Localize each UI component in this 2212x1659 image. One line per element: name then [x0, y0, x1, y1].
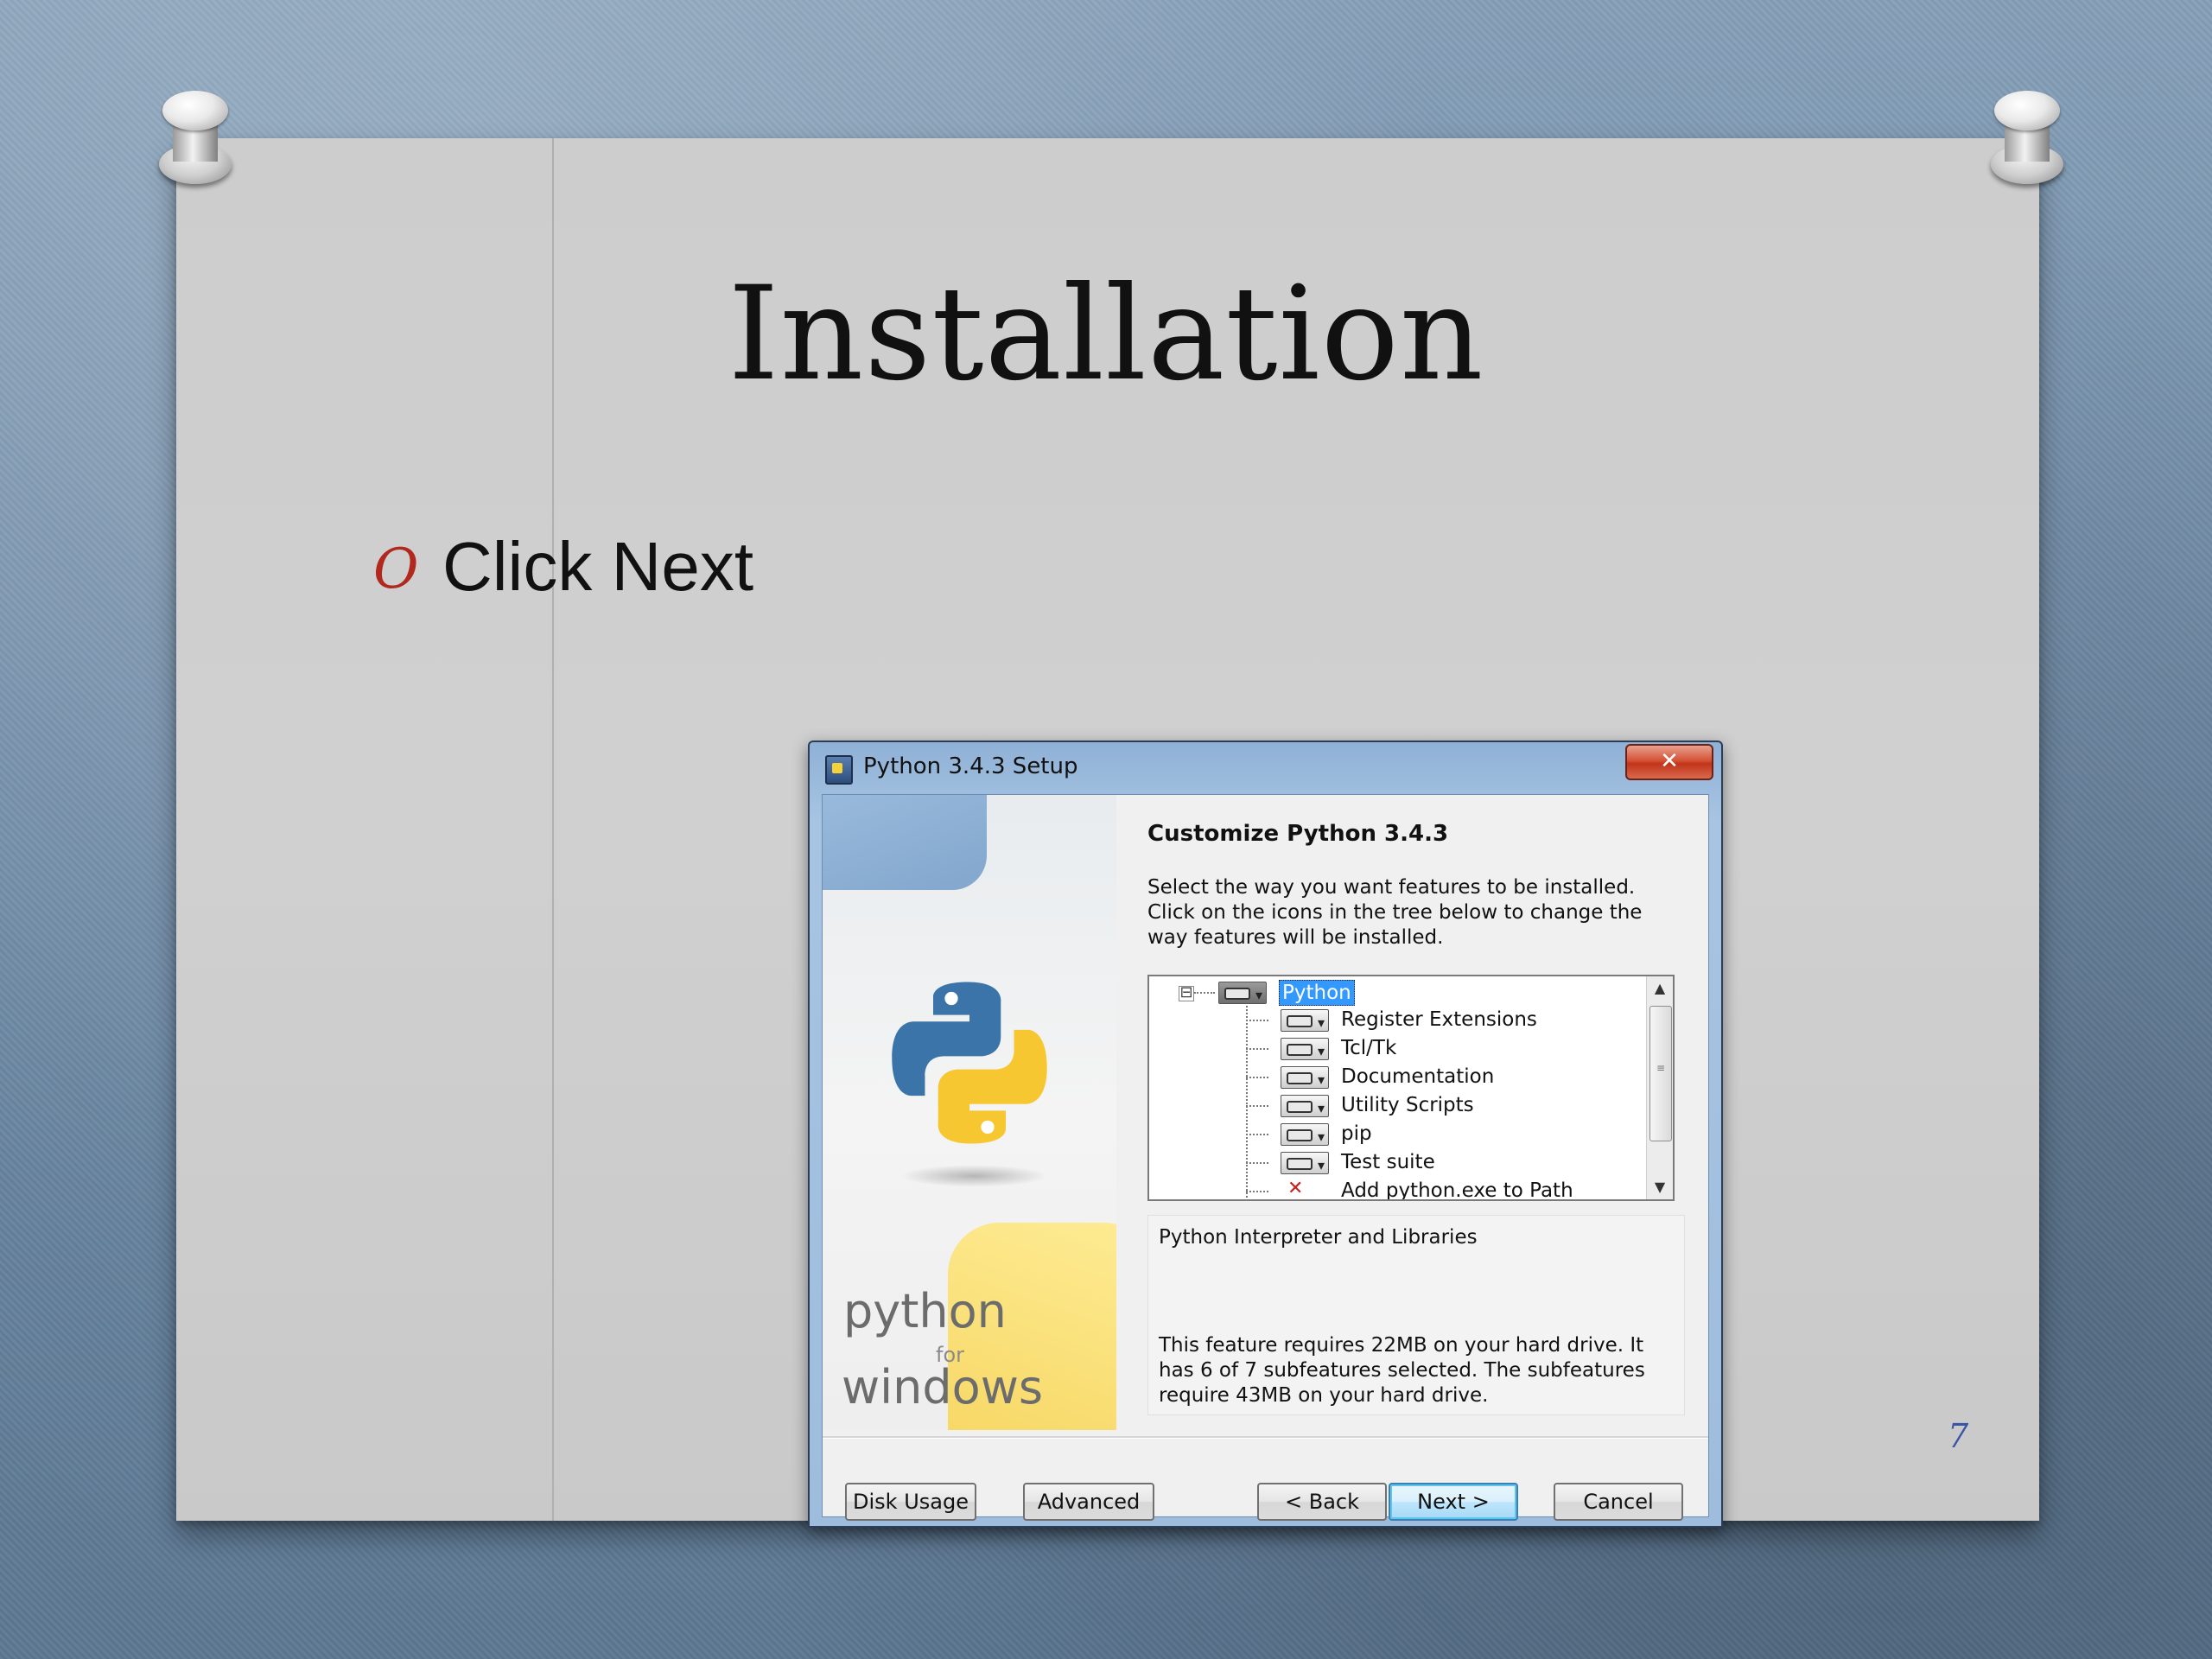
- tree-label: Register Extensions: [1341, 1008, 1537, 1031]
- python-banner: python for windows: [823, 795, 1116, 1430]
- dialog-titlebar[interactable]: Python 3.4.3 Setup ✕: [810, 742, 1721, 794]
- logo-shadow: [900, 1165, 1047, 1187]
- install-state-dropdown-icon[interactable]: [1218, 982, 1267, 1009]
- cancel-button[interactable]: Cancel: [1554, 1483, 1683, 1521]
- install-state-dropdown-icon[interactable]: [1281, 1038, 1329, 1065]
- grip-icon: ≡: [1656, 1062, 1666, 1074]
- install-state-dropdown-icon[interactable]: [1281, 1152, 1329, 1179]
- banner-decoration-blue: [823, 795, 987, 890]
- tree-item-pip[interactable]: pip: [1149, 1120, 1633, 1151]
- tree-item-documentation[interactable]: Documentation: [1149, 1063, 1633, 1094]
- description-line: has 6 of 7 subfeatures selected. The sub…: [1159, 1359, 1645, 1382]
- install-state-dropdown-icon[interactable]: [1281, 1123, 1329, 1151]
- tree-item-utility-scripts[interactable]: Utility Scripts: [1149, 1091, 1633, 1122]
- tree-item-register-extensions[interactable]: Register Extensions: [1149, 1006, 1633, 1037]
- feature-tree[interactable]: ⊟ Python Register Extensions Tcl/Tk Docu…: [1147, 975, 1675, 1201]
- setup-dialog: Python 3.4.3 Setup ✕ python for windows …: [808, 741, 1723, 1528]
- install-state-dropdown-icon[interactable]: [1281, 1009, 1329, 1037]
- tree-label: Python: [1279, 980, 1355, 1006]
- description-line: require 43MB on your hard drive.: [1159, 1384, 1489, 1407]
- disk-usage-button[interactable]: Disk Usage: [845, 1483, 976, 1521]
- instruction-line: Click on the icons in the tree below to …: [1147, 901, 1643, 924]
- tree-label: Documentation: [1341, 1065, 1495, 1088]
- tree-item-tcltk[interactable]: Tcl/Tk: [1149, 1034, 1633, 1065]
- window-title: Python 3.4.3 Setup: [863, 753, 1078, 779]
- python-logo-icon: [892, 982, 1047, 1144]
- tree-label: Test suite: [1341, 1151, 1435, 1173]
- slide-number: 7: [1948, 1417, 1969, 1455]
- tree-label: Tcl/Tk: [1341, 1037, 1397, 1059]
- instruction-line: way features will be installed.: [1147, 926, 1444, 949]
- instructions: Select the way you want features to be i…: [1147, 875, 1683, 950]
- install-state-dropdown-icon[interactable]: [1281, 1066, 1329, 1094]
- description-line: This feature requires 22MB on your hard …: [1159, 1334, 1644, 1357]
- pushpin-icon: [1987, 91, 2067, 184]
- banner-text-python: python: [843, 1284, 1007, 1338]
- scroll-thumb[interactable]: ≡: [1649, 1006, 1672, 1141]
- close-button[interactable]: ✕: [1625, 744, 1713, 780]
- bullet-text: Click Next: [442, 528, 754, 605]
- tree-label: Add python.exe to Path: [1341, 1179, 1573, 1201]
- tree-label: pip: [1341, 1122, 1372, 1145]
- tree-scrollbar[interactable]: ▲ ≡ ▼: [1646, 976, 1673, 1199]
- install-state-dropdown-icon[interactable]: [1281, 1095, 1329, 1122]
- installer-icon: [825, 755, 853, 785]
- collapse-icon[interactable]: ⊟: [1179, 985, 1194, 1001]
- tree-item-add-to-path[interactable]: ✕ Add python.exe to Path: [1149, 1175, 1633, 1201]
- tree-label: Utility Scripts: [1341, 1094, 1474, 1116]
- not-installed-icon[interactable]: ✕: [1287, 1175, 1303, 1199]
- scroll-up-arrow-icon[interactable]: ▲: [1647, 976, 1673, 1001]
- pushpin-icon: [156, 91, 235, 184]
- dialog-body: python for windows Customize Python 3.4.…: [822, 794, 1709, 1521]
- scroll-down-arrow-icon[interactable]: ▼: [1647, 1175, 1673, 1199]
- advanced-button[interactable]: Advanced: [1023, 1483, 1154, 1521]
- page-heading: Customize Python 3.4.3: [1147, 821, 1449, 847]
- button-separator: [823, 1436, 1708, 1439]
- instruction-line: Select the way you want features to be i…: [1147, 876, 1636, 899]
- feature-description: Python Interpreter and Libraries This fe…: [1147, 1215, 1685, 1415]
- next-button[interactable]: Next >: [1389, 1483, 1518, 1521]
- bullet-marker: O: [373, 537, 419, 601]
- feature-description-title: Python Interpreter and Libraries: [1159, 1226, 1478, 1249]
- feature-description-body: This feature requires 22MB on your hard …: [1159, 1333, 1677, 1408]
- slide-title: Installation: [728, 259, 1484, 410]
- back-button[interactable]: < Back: [1257, 1483, 1387, 1521]
- tree-item-python[interactable]: ⊟ Python: [1149, 978, 1633, 1009]
- tree-item-test-suite[interactable]: Test suite: [1149, 1148, 1633, 1179]
- banner-text-windows: windows: [842, 1360, 1044, 1414]
